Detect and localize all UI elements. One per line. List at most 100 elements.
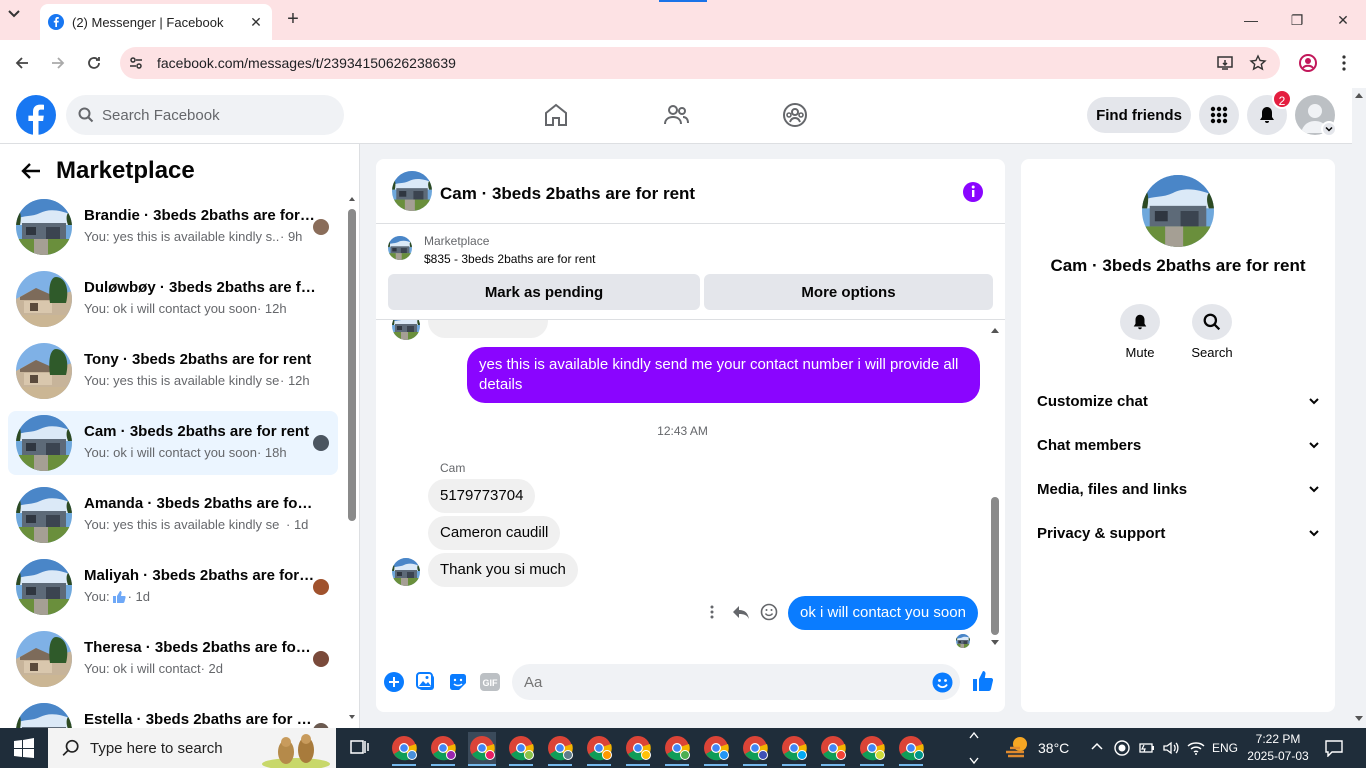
more-options-button[interactable]: More options bbox=[704, 274, 993, 310]
add-plus-icon[interactable] bbox=[384, 672, 404, 692]
friends-icon[interactable] bbox=[661, 100, 691, 130]
thumbs-up-send-icon[interactable] bbox=[972, 670, 994, 692]
sticker-icon[interactable] bbox=[448, 672, 468, 692]
conversation-title[interactable]: Cam · 3beds 2baths are for rent bbox=[440, 184, 695, 204]
chrome-app-icon[interactable] bbox=[741, 732, 769, 766]
site-info-icon[interactable] bbox=[128, 55, 144, 71]
browser-menu-icon[interactable] bbox=[1336, 53, 1352, 73]
page-scrollbar[interactable] bbox=[1352, 88, 1366, 728]
home-icon[interactable] bbox=[541, 100, 571, 130]
tab-search-chevron-icon[interactable] bbox=[8, 10, 20, 18]
chat-item-cam[interactable]: Cam · 3beds 2baths are for rent You: ok … bbox=[8, 411, 338, 475]
notification-center-icon[interactable] bbox=[1324, 739, 1344, 757]
header-divider bbox=[376, 223, 1005, 224]
customize-chat-section[interactable]: Customize chat bbox=[1037, 389, 1321, 413]
bookmark-star-icon[interactable] bbox=[1249, 54, 1267, 72]
chrome-app-icon[interactable] bbox=[819, 732, 847, 766]
message-input[interactable] bbox=[512, 664, 892, 700]
message-composer[interactable] bbox=[512, 664, 960, 700]
chrome-app-icon[interactable] bbox=[858, 732, 886, 766]
chat-name: Amanda · 3beds 2baths are for rent bbox=[84, 495, 316, 512]
chat-list-scrollbar[interactable] bbox=[347, 195, 357, 723]
clock-date[interactable]: 2025-07-03 bbox=[1244, 749, 1312, 763]
react-emoji-icon[interactable] bbox=[760, 603, 778, 621]
language-indicator[interactable]: ENG bbox=[1212, 741, 1238, 755]
close-window-button[interactable]: ✕ bbox=[1320, 0, 1366, 40]
listing-thumbnail bbox=[16, 271, 72, 327]
browser-tab[interactable]: (2) Messenger | Facebook ✕ bbox=[40, 4, 272, 40]
listing-price-title[interactable]: $835 - 3beds 2baths are for rent bbox=[424, 252, 595, 266]
mark-as-pending-button[interactable]: Mark as pending bbox=[388, 274, 700, 310]
chat-preview-row: You: ok i will contact you soon · 12h bbox=[84, 301, 287, 316]
message-scrollbar[interactable] bbox=[989, 323, 1001, 650]
windows-start-icon[interactable] bbox=[14, 738, 34, 758]
conversation-avatar[interactable] bbox=[392, 171, 432, 211]
chevron-down-icon bbox=[1307, 482, 1321, 496]
chat-item-dulowboy[interactable]: Duløwbøy · 3beds 2baths are for rent You… bbox=[8, 267, 338, 331]
mute-button[interactable] bbox=[1120, 304, 1160, 340]
battery-plug-icon[interactable] bbox=[1138, 740, 1156, 756]
listing-thumbnail bbox=[16, 199, 72, 255]
chrome-app-icon[interactable] bbox=[546, 732, 574, 766]
chrome-app-icon[interactable] bbox=[507, 732, 535, 766]
chat-members-section[interactable]: Chat members bbox=[1037, 433, 1321, 457]
incoming-message-bubble: Cameron caudill bbox=[428, 516, 561, 550]
wifi-icon[interactable] bbox=[1187, 740, 1205, 756]
thumbs-up-icon bbox=[112, 590, 126, 604]
restore-button[interactable]: ❐ bbox=[1274, 0, 1320, 40]
chrome-app-icon[interactable] bbox=[897, 732, 925, 766]
gif-icon[interactable]: GIF bbox=[480, 673, 500, 691]
chrome-app-icon[interactable] bbox=[663, 732, 691, 766]
record-icon[interactable] bbox=[1114, 740, 1130, 756]
chat-item-maliyah[interactable]: Maliyah · 3beds 2baths are for rent You:… bbox=[8, 555, 338, 619]
chrome-app-icon[interactable] bbox=[585, 732, 613, 766]
search-input[interactable] bbox=[102, 106, 322, 124]
chat-preview: You: yes this is available kindly sen... bbox=[84, 373, 280, 388]
back-arrow-icon[interactable] bbox=[20, 160, 42, 182]
chrome-app-icon[interactable] bbox=[429, 732, 457, 766]
clock-time[interactable]: 7:22 PM bbox=[1248, 732, 1308, 746]
reply-icon[interactable] bbox=[731, 603, 751, 621]
incoming-message-bubble: Thank you si much bbox=[428, 553, 578, 587]
new-tab-button[interactable]: + bbox=[282, 8, 304, 30]
forward-button[interactable] bbox=[46, 51, 70, 75]
chat-item-tony[interactable]: Tony · 3beds 2baths are for rent You: ye… bbox=[8, 339, 338, 403]
task-view-icon[interactable] bbox=[350, 738, 370, 756]
photo-icon[interactable] bbox=[416, 672, 436, 692]
profile-icon[interactable] bbox=[1298, 53, 1318, 73]
taskbar-overflow-arrows[interactable] bbox=[968, 730, 980, 766]
facebook-logo-icon[interactable] bbox=[16, 95, 56, 135]
search-conversation-button[interactable] bbox=[1192, 304, 1232, 340]
tray-chevron-up-icon[interactable] bbox=[1090, 740, 1104, 754]
chat-name: Estella · 3beds 2baths are for rent bbox=[84, 711, 316, 728]
chat-item-amanda[interactable]: Amanda · 3beds 2baths are for rent You: … bbox=[8, 483, 338, 547]
chrome-app-icon[interactable] bbox=[468, 732, 496, 766]
chrome-app-icon[interactable] bbox=[702, 732, 730, 766]
more-actions-icon[interactable] bbox=[706, 604, 718, 620]
chat-time: · 9h bbox=[280, 229, 303, 244]
menu-grid-icon[interactable] bbox=[1199, 95, 1239, 135]
chat-name: Theresa · 3beds 2baths are for rent bbox=[84, 639, 316, 656]
account-chevron-down-icon[interactable] bbox=[1321, 121, 1337, 137]
chat-item-theresa[interactable]: Theresa · 3beds 2baths are for rent You:… bbox=[8, 627, 338, 691]
install-app-icon[interactable] bbox=[1216, 54, 1234, 72]
privacy-support-section[interactable]: Privacy & support bbox=[1037, 521, 1321, 545]
chat-item-brandie[interactable]: Brandie · 3beds 2baths are for rent You:… bbox=[8, 195, 338, 259]
groups-icon[interactable] bbox=[780, 100, 810, 130]
emoji-icon[interactable] bbox=[932, 672, 953, 693]
weather-icon[interactable] bbox=[1004, 734, 1032, 760]
chat-preview-row: You: ok i will contact you soon · 18h bbox=[84, 445, 287, 460]
minimize-button[interactable]: — bbox=[1228, 0, 1274, 40]
tab-close-icon[interactable]: ✕ bbox=[248, 14, 264, 31]
back-button[interactable] bbox=[10, 51, 34, 75]
media-files-links-section[interactable]: Media, files and links bbox=[1037, 477, 1321, 501]
facebook-search-box[interactable] bbox=[66, 95, 344, 135]
find-friends-button[interactable]: Find friends bbox=[1087, 97, 1191, 133]
reload-button[interactable] bbox=[82, 51, 106, 75]
chrome-app-icon[interactable] bbox=[390, 732, 418, 766]
chat-item-estella[interactable]: Estella · 3beds 2baths are for rent bbox=[8, 699, 338, 728]
chrome-app-icon[interactable] bbox=[780, 732, 808, 766]
chrome-app-icon[interactable] bbox=[624, 732, 652, 766]
info-icon[interactable] bbox=[962, 181, 984, 203]
speaker-icon[interactable] bbox=[1162, 740, 1180, 756]
